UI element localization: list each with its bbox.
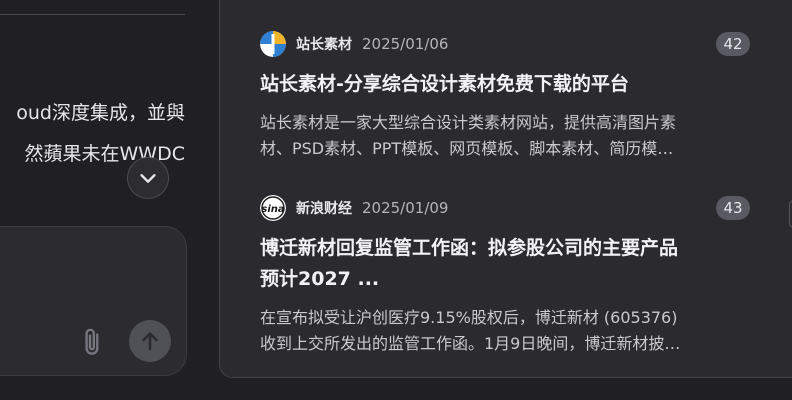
- news-card[interactable]: 站长素材 2025/01/06 42 站长素材-分享综合设计素材免费下载的平台 …: [260, 31, 752, 162]
- news-title[interactable]: 站长素材-分享综合设计素材免费下载的平台: [260, 69, 750, 100]
- chevron-down-icon: [140, 174, 156, 183]
- news-snippet-line: 收到上交所发出的监管工作函。1月9日晚间，博迁新材披…: [260, 334, 681, 353]
- attach-button[interactable]: [77, 324, 109, 360]
- news-snippet-line: 站长素材是一家大型综合设计类素材网站，提供高清图片素: [260, 113, 677, 132]
- news-date: 2025/01/09: [362, 199, 449, 217]
- news-source-name: 新浪财经: [296, 201, 352, 217]
- chat-message-line: oud深度集成，並與: [16, 102, 185, 124]
- news-title-line: 预计2027 ...: [260, 268, 380, 290]
- citation-count-badge: 43: [716, 196, 750, 220]
- paperclip-icon: [85, 328, 99, 355]
- news-source-row: sina 新浪财经 2025/01/09 43: [260, 195, 752, 221]
- news-snippet-line: 在宣布拟受让沪创医疗9.15%股权后，博迁新材 (605376): [260, 308, 678, 327]
- news-source-name: 站长素材: [296, 37, 352, 53]
- citation-count-badge: 42: [716, 32, 750, 56]
- message-divider: [0, 14, 185, 15]
- news-snippet: 在宣布拟受让沪创医疗9.15%股权后，博迁新材 (605376) 收到上交所发出…: [260, 305, 750, 357]
- zhanzhang-logo-icon: [260, 31, 286, 57]
- news-title-line: 博迁新材回复监管工作函：拟参股公司的主要产品: [260, 237, 679, 259]
- send-button[interactable]: [129, 320, 171, 362]
- news-snippet-line: 材、PSD素材、PPT模板、网页模板、脚本素材、简历模…: [260, 139, 674, 158]
- svg-text:sina: sina: [261, 204, 284, 215]
- sina-logo-icon: sina: [260, 195, 286, 221]
- app-window: oud深度集成，並與 然蘋果未在WWDC 站长素材 2025/01/06 42 …: [0, 0, 792, 400]
- scroll-to-bottom-button[interactable]: [127, 157, 169, 199]
- news-card[interactable]: sina 新浪财经 2025/01/09 43 博迁新材回复监管工作函：拟参股公…: [260, 195, 752, 357]
- news-snippet: 站长素材是一家大型综合设计类素材网站，提供高清图片素 材、PSD素材、PPT模板…: [260, 110, 750, 162]
- news-date: 2025/01/06: [362, 35, 449, 53]
- arrow-up-icon: [142, 332, 158, 351]
- news-title[interactable]: 博迁新材回复监管工作函：拟参股公司的主要产品 预计2027 ...: [260, 233, 750, 295]
- news-source-row: 站长素材 2025/01/06 42: [260, 31, 752, 57]
